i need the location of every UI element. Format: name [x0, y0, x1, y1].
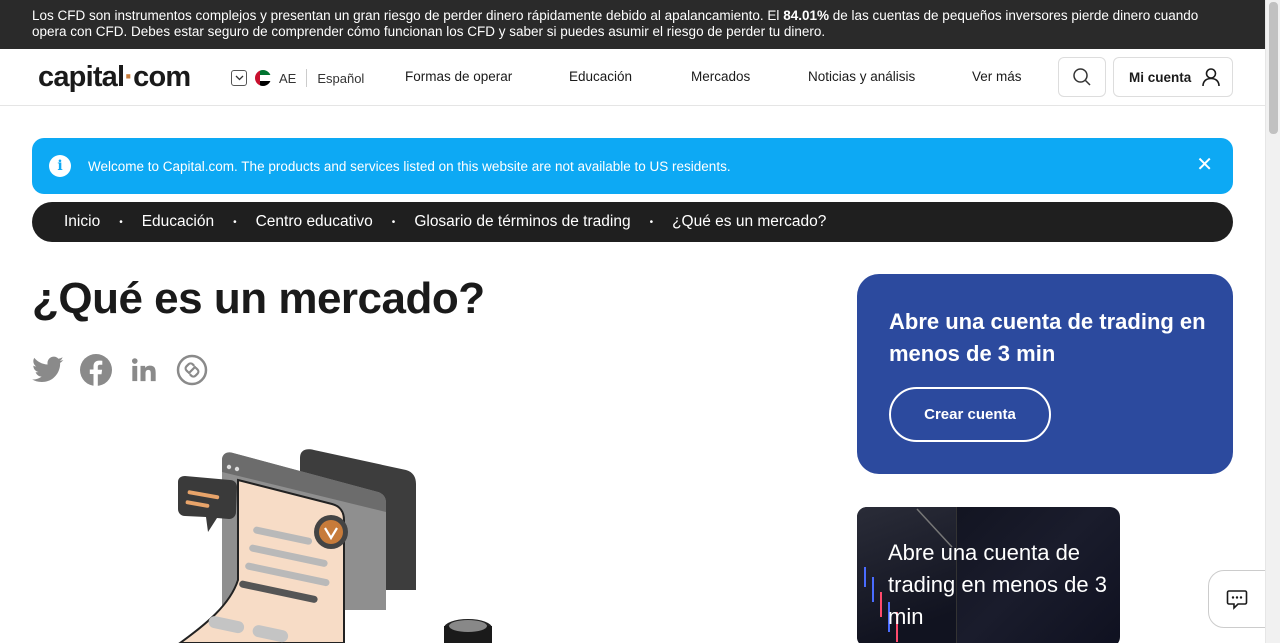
- facebook-icon: [80, 354, 112, 386]
- page-title: ¿Qué es un mercado?: [32, 274, 485, 323]
- risk-warning-text-before: Los CFD son instrumentos complejos y pre…: [32, 8, 784, 23]
- nav-noticias-y-analisis[interactable]: Noticias y análisis: [808, 69, 915, 84]
- uae-flag-icon: [255, 70, 271, 86]
- chat-icon: [1226, 590, 1248, 610]
- nav-mercados[interactable]: Mercados: [691, 69, 750, 84]
- linkedin-icon: [131, 358, 156, 382]
- breadcrumb: Inicio • Educación • Centro educativo • …: [32, 202, 1233, 242]
- twitter-share-button[interactable]: [32, 354, 64, 386]
- article-illustration: [178, 449, 492, 643]
- promo-banner[interactable]: Abre una cuenta de trading en menos de 3…: [857, 507, 1120, 643]
- info-icon: i: [49, 155, 71, 177]
- search-icon: [1073, 68, 1091, 86]
- twitter-icon: [32, 356, 64, 382]
- region-language-selector[interactable]: AE Español: [231, 68, 364, 88]
- site-header: capital·com AE Español Formas de operar …: [0, 49, 1265, 106]
- breadcrumb-separator: •: [649, 216, 654, 228]
- breadcrumb-item-educacion[interactable]: Educación: [142, 213, 214, 231]
- breadcrumb-item-glosario[interactable]: Glosario de términos de trading: [414, 213, 630, 231]
- create-account-button[interactable]: Crear cuenta: [889, 387, 1051, 442]
- breadcrumb-separator: •: [119, 216, 123, 228]
- breadcrumb-separator: •: [233, 216, 237, 228]
- nav-formas-de-operar[interactable]: Formas de operar: [405, 69, 512, 84]
- chat-widget-button[interactable]: [1208, 570, 1266, 628]
- copy-link-icon: [176, 354, 208, 386]
- notice-text: Welcome to Capital.com. The products and…: [88, 158, 731, 174]
- linkedin-share-button[interactable]: [128, 354, 160, 386]
- region-code: AE: [279, 70, 297, 86]
- capital-com-logo[interactable]: capital·com: [38, 61, 191, 94]
- promo-text: Abre una cuenta de trading en menos de 3…: [888, 540, 1107, 629]
- open-account-heading: Abre una cuenta de trading en menos de 3…: [889, 309, 1206, 366]
- risk-warning-percentage: 84.01%: [783, 8, 829, 23]
- search-button[interactable]: [1058, 57, 1106, 97]
- scrollbar-thumb[interactable]: [1269, 2, 1278, 134]
- chevron-down-icon[interactable]: [231, 70, 247, 86]
- risk-warning-bar: Los CFD son instrumentos complejos y pre…: [0, 0, 1265, 49]
- close-icon[interactable]: ✕: [1196, 154, 1213, 176]
- copy-link-button[interactable]: [176, 354, 208, 386]
- nav-ver-mas[interactable]: Ver más: [972, 69, 1022, 84]
- nav-educacion[interactable]: Educación: [569, 69, 632, 84]
- language-label[interactable]: Español: [317, 71, 364, 86]
- divider: [306, 69, 308, 87]
- my-account-label: Mi cuenta: [1129, 69, 1192, 85]
- breadcrumb-item-centro-educativo[interactable]: Centro educativo: [256, 213, 373, 231]
- breadcrumb-separator: •: [391, 216, 396, 228]
- us-residents-notice: i Welcome to Capital.com. The products a…: [32, 138, 1233, 194]
- breadcrumb-item-inicio[interactable]: Inicio: [64, 213, 100, 231]
- user-icon: [1202, 68, 1221, 87]
- open-account-card: Abre una cuenta de trading en menos de 3…: [857, 274, 1233, 474]
- breadcrumb-item-current: ¿Qué es un mercado?: [672, 213, 827, 230]
- my-account-button[interactable]: Mi cuenta: [1113, 57, 1233, 97]
- page-scrollbar[interactable]: [1265, 0, 1280, 643]
- facebook-share-button[interactable]: [80, 354, 112, 386]
